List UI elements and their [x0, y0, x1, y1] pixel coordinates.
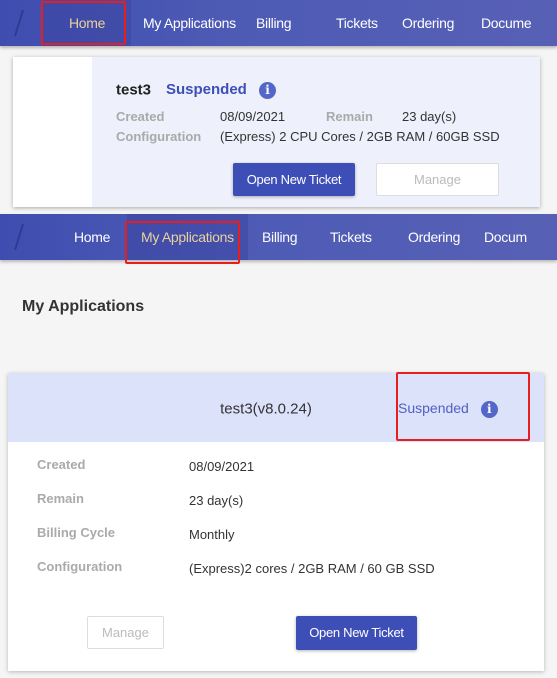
created-label: Created	[116, 109, 165, 124]
remain-value: 23 day(s)	[189, 493, 244, 508]
info-icon[interactable]: i	[259, 82, 277, 99]
remain-label: Remain	[37, 491, 84, 506]
created-value: 08/09/2021	[189, 459, 255, 474]
created-label: Created	[37, 457, 86, 472]
nav-tickets[interactable]: Tickets	[336, 0, 378, 46]
configuration-label: Configuration	[37, 559, 123, 574]
nav-my-applications[interactable]: My Applications	[143, 0, 236, 46]
configuration-label: Configuration	[116, 129, 202, 144]
logo-icon	[14, 9, 24, 37]
remain-label: Remain	[326, 109, 373, 124]
home-app-card: test3 Suspended i Created 08/09/2021 Rem…	[13, 57, 540, 207]
billing-cycle-value: Monthly	[189, 527, 235, 542]
app-name: test3	[116, 81, 152, 99]
nav-documents[interactable]: Docume	[481, 0, 532, 46]
nav-ordering[interactable]: Ordering	[402, 0, 454, 46]
app-thumbnail	[13, 57, 92, 207]
nav-ordering[interactable]: Ordering	[408, 214, 460, 260]
manage-button[interactable]: Manage	[376, 163, 499, 196]
status-badge: Suspended i	[166, 81, 277, 99]
open-new-ticket-button[interactable]: Open New Ticket	[296, 616, 417, 650]
configuration-value: (Express)2 cores / 2GB RAM / 60 GB SSD	[189, 561, 435, 576]
open-new-ticket-button[interactable]: Open New Ticket	[233, 163, 355, 196]
status-text: Suspended	[166, 81, 247, 98]
created-value: 08/09/2021	[220, 109, 286, 124]
second-nav: Home My Applications Billing Tickets Ord…	[0, 214, 557, 260]
nav-documents[interactable]: Docum	[484, 214, 527, 260]
highlight-box	[41, 1, 126, 45]
manage-button[interactable]: Manage	[87, 616, 164, 649]
billing-cycle-label: Billing Cycle	[37, 525, 116, 540]
configuration-value: (Express) 2 CPU Cores / 2GB RAM / 60GB S…	[220, 129, 500, 144]
nav-billing[interactable]: Billing	[262, 214, 298, 260]
nav-home[interactable]: Home	[74, 214, 110, 260]
highlight-box	[125, 221, 240, 264]
nav-tickets[interactable]: Tickets	[330, 214, 372, 260]
logo-icon	[14, 223, 24, 251]
highlight-box	[396, 372, 530, 441]
remain-value: 23 day(s)	[402, 109, 457, 124]
nav-billing[interactable]: Billing	[256, 0, 292, 46]
page-title: My Applications	[22, 298, 145, 315]
